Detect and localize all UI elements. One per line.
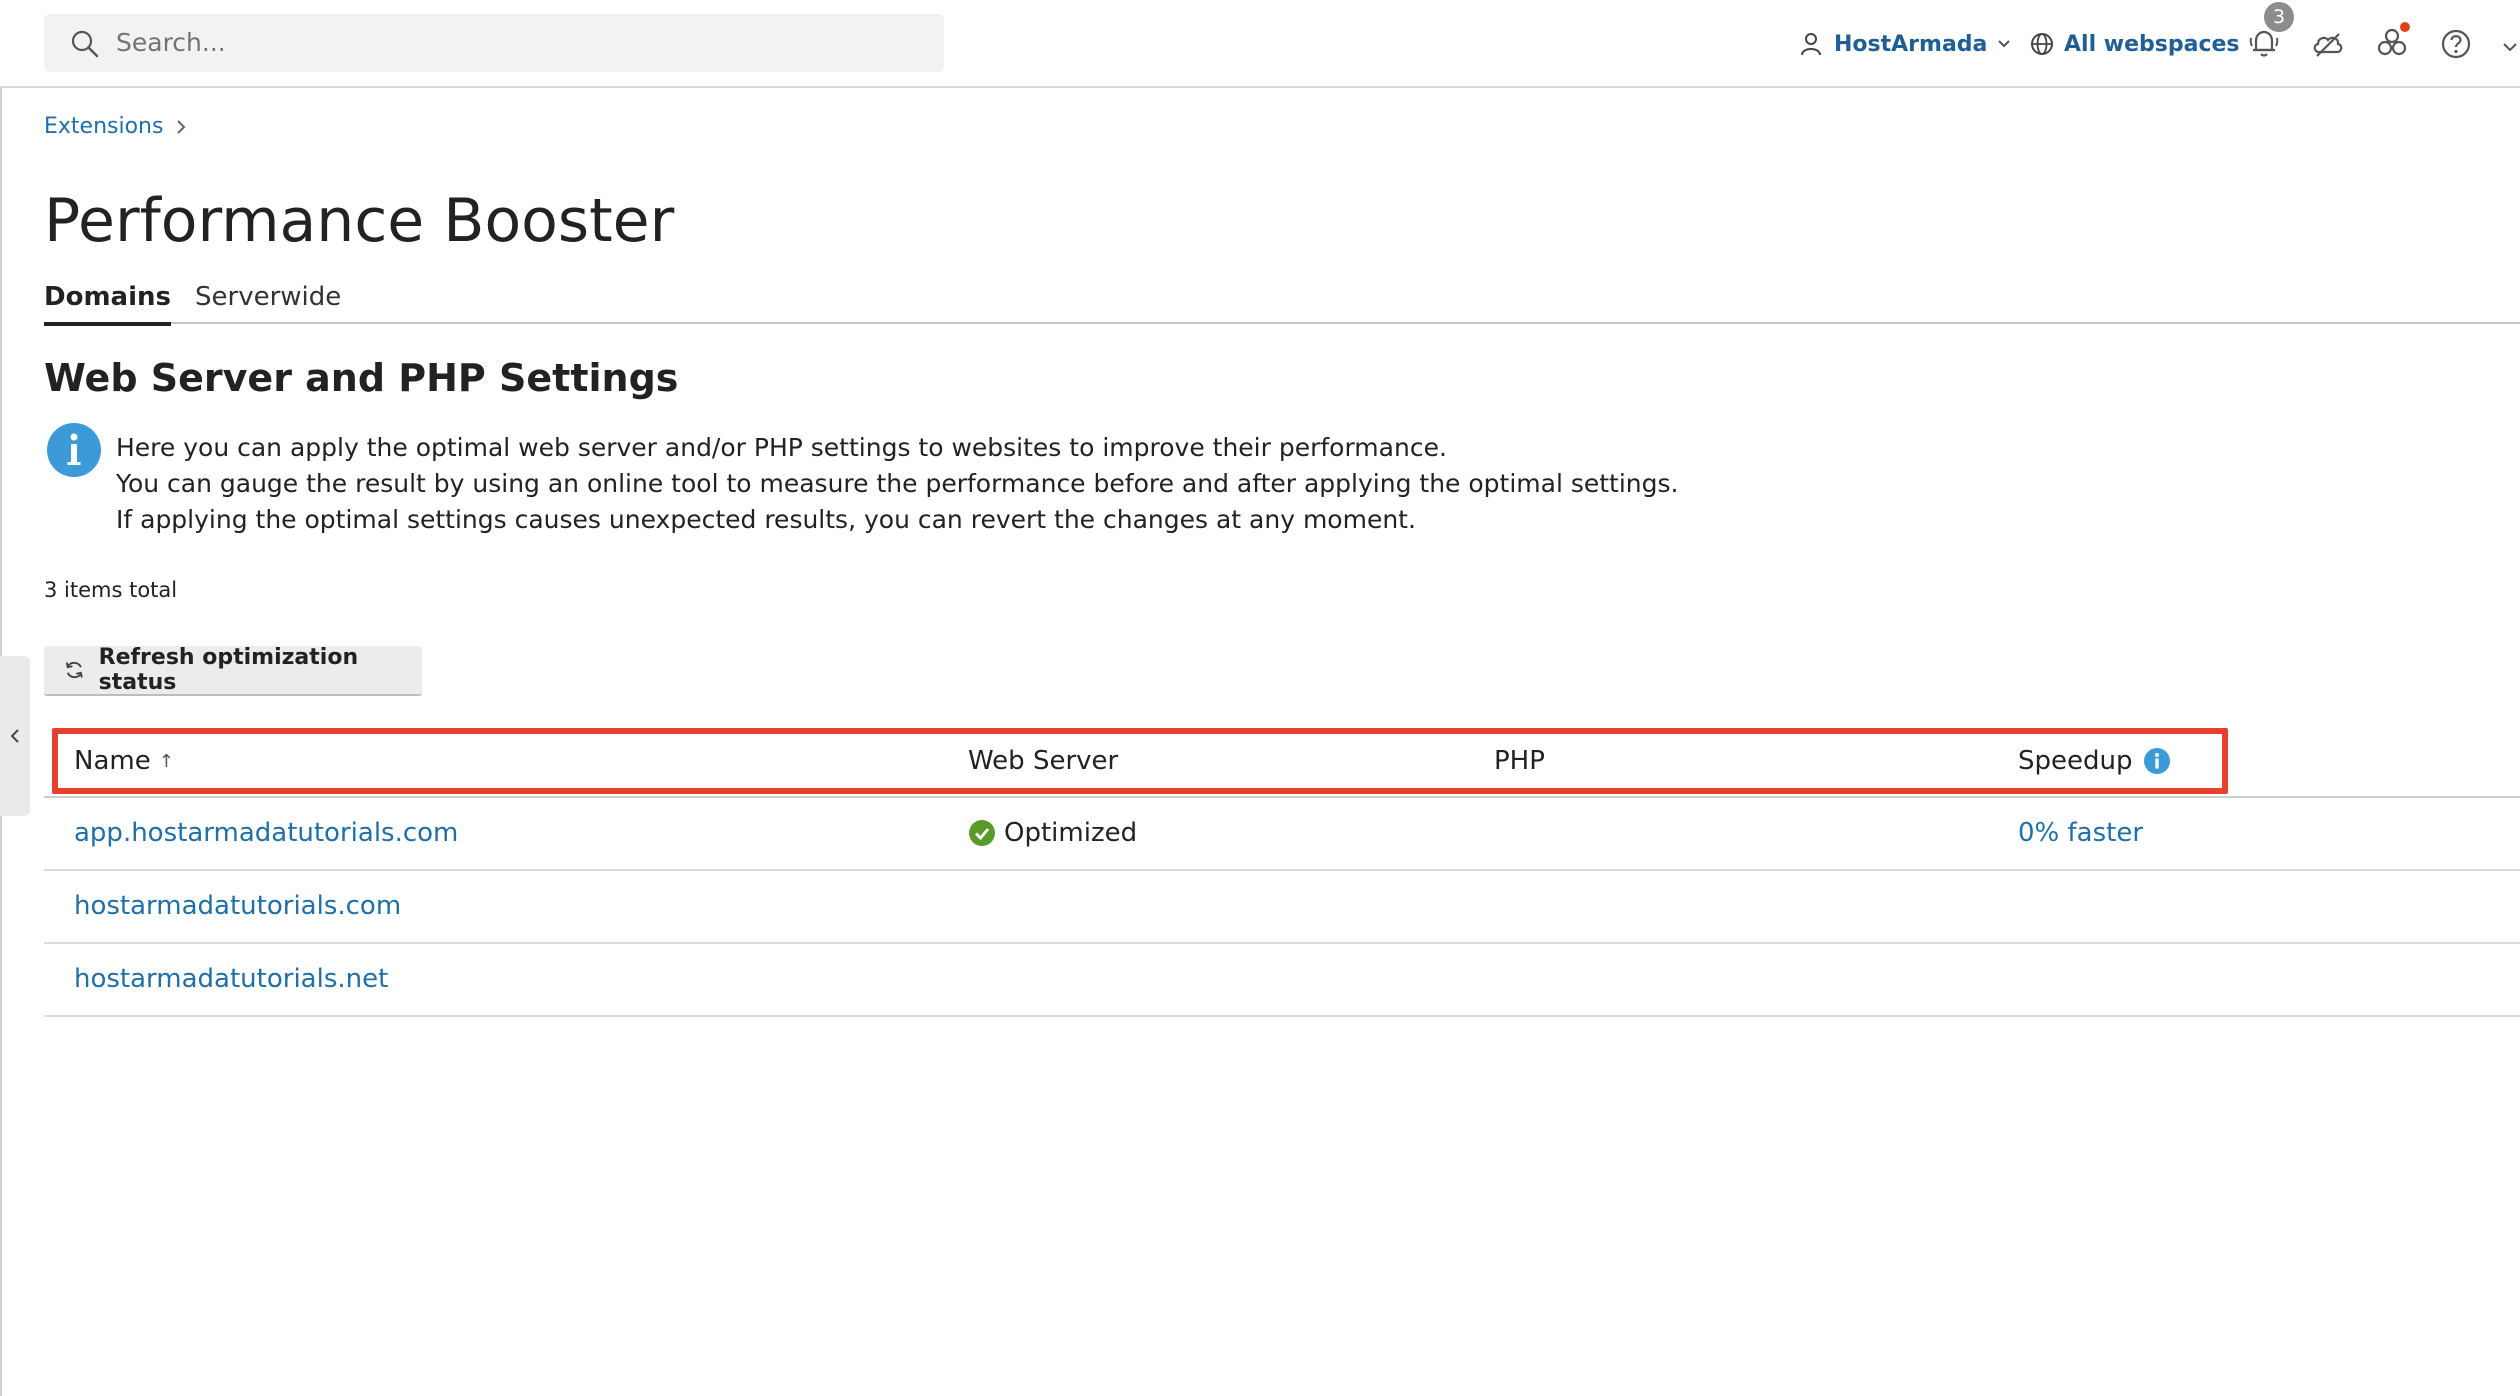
webspaces-label: All webspaces <box>2064 31 2240 57</box>
user-icon <box>1801 33 1821 56</box>
info-line: You can gauge the result by using an onl… <box>116 469 1679 498</box>
chevron-down-icon <box>1998 40 2011 48</box>
page-title: Performance Booster <box>44 186 675 256</box>
column-header-speedup: Speedup <box>2018 746 2171 776</box>
search-placeholder: Search... <box>116 28 226 57</box>
sidebar-collapse-handle[interactable] <box>0 656 30 816</box>
column-header-name[interactable]: Name ↑ <box>74 746 174 776</box>
user-label: HostArmada <box>1834 31 1988 57</box>
refresh-label: Refresh optimization status <box>98 645 359 695</box>
page: Search... HostArmada All webspaces 3 Ext… <box>0 0 2520 1396</box>
refresh-icon <box>65 661 83 679</box>
user-menu[interactable]: HostArmada <box>1800 26 2023 62</box>
refresh-optimization-button[interactable]: Refresh optimization status <box>44 645 422 696</box>
tab-bar: Domains Serverwide <box>44 276 2520 326</box>
breadcrumb-extensions[interactable]: Extensions <box>44 114 163 139</box>
chevron-down-icon[interactable] <box>2500 26 2520 62</box>
help-icon[interactable] <box>2438 26 2474 62</box>
check-circle-icon <box>969 820 995 846</box>
table-row: hostarmadatutorials.com <box>44 871 2520 944</box>
web-server-status-label: Optimized <box>1004 818 1138 848</box>
search-input[interactable]: Search... <box>44 14 944 72</box>
info-line: Here you can apply the optimal web serve… <box>116 433 1447 462</box>
top-right-controls: HostArmada All webspaces 3 <box>1790 0 2520 88</box>
tab-domains[interactable]: Domains <box>44 282 171 326</box>
domains-table: Name ↑ Web Server PHP Speedup app.hostar… <box>44 728 2520 1017</box>
header-highlight-box <box>52 728 2228 794</box>
info-message: Here you can apply the optimal web serve… <box>116 430 1679 538</box>
webspaces-menu[interactable]: All webspaces <box>2030 26 2240 62</box>
table-row: app.hostarmadatutorials.com Optimized 0%… <box>44 798 2520 871</box>
table-row: hostarmadatutorials.net <box>44 944 2520 1017</box>
column-header-web-server: Web Server <box>968 746 1119 776</box>
column-header-php: PHP <box>1494 746 1545 776</box>
chevron-left-icon <box>10 729 19 743</box>
domain-link[interactable]: hostarmadatutorials.com <box>74 891 401 921</box>
info-icon <box>47 423 101 477</box>
chevron-right-icon <box>177 119 186 134</box>
sort-ascending-icon: ↑ <box>158 750 174 772</box>
tab-serverwide[interactable]: Serverwide <box>195 282 341 312</box>
search-icon <box>71 30 99 58</box>
notification-badge: 3 <box>2264 2 2294 32</box>
top-bar: Search... HostArmada All webspaces 3 <box>0 0 2520 88</box>
speedup-link[interactable]: 0% faster <box>2018 818 2143 848</box>
domain-link[interactable]: hostarmadatutorials.net <box>74 964 388 994</box>
info-line: If applying the optimal settings causes … <box>116 505 1416 534</box>
domain-link[interactable]: app.hostarmadatutorials.com <box>74 818 458 848</box>
column-header-speedup-label: Speedup <box>2018 746 2133 776</box>
globe-icon <box>2031 33 2053 55</box>
section-title: Web Server and PHP Settings <box>44 356 679 400</box>
cloud-off-icon[interactable] <box>2310 26 2346 62</box>
column-header-name-label: Name <box>74 746 151 776</box>
items-total: 3 items total <box>44 578 178 602</box>
alert-dot <box>2400 22 2410 32</box>
info-icon[interactable] <box>2143 747 2171 775</box>
table-header: Name ↑ Web Server PHP Speedup <box>44 728 2520 798</box>
breadcrumb: Extensions <box>44 114 187 139</box>
web-server-status: Optimized <box>968 818 1137 848</box>
